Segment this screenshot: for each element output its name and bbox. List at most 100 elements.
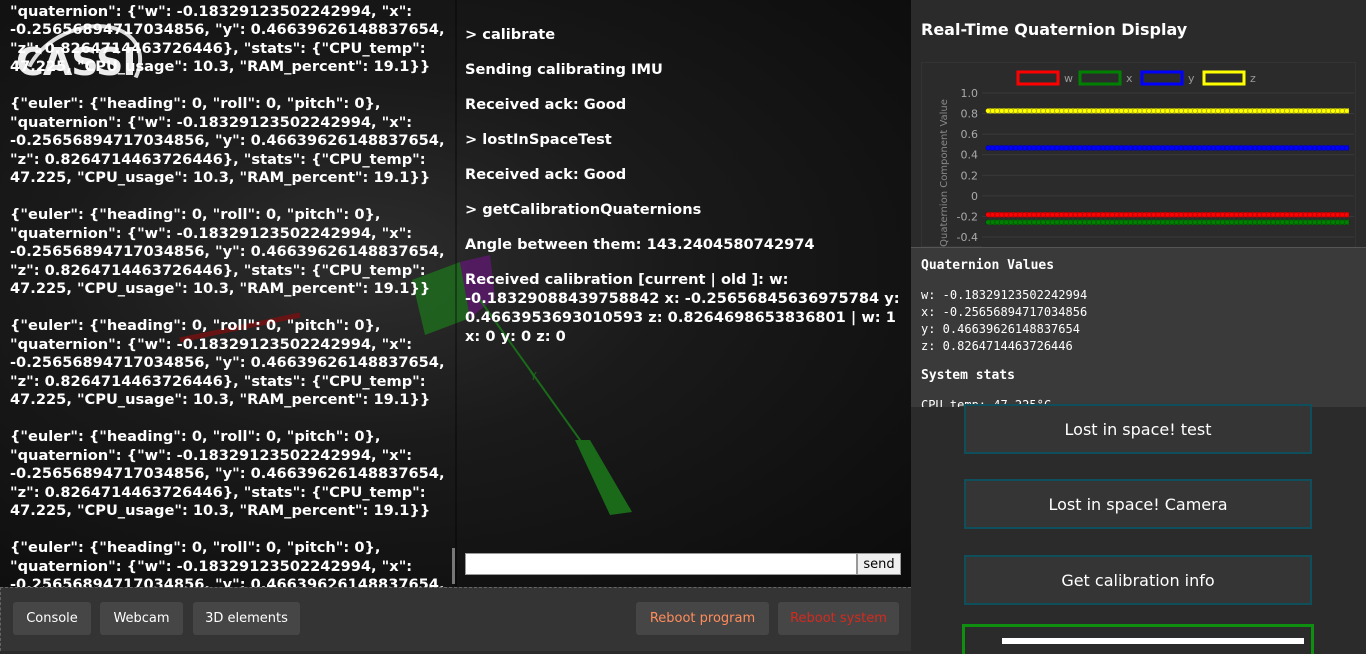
- series-point-z: [1265, 108, 1272, 114]
- series-point-z: [989, 108, 996, 114]
- series-point-w: [1344, 212, 1350, 218]
- series-point-w: [1077, 212, 1083, 218]
- series-point-z: [1279, 108, 1286, 114]
- series-point-y: [1275, 145, 1281, 151]
- lost-in-space-camera-button[interactable]: Lost in space! Camera: [964, 479, 1312, 529]
- series-point-x: [1229, 219, 1235, 225]
- 3d-scene-viewport[interactable]: Y CASSI {"euler": {"heading": 0, "roll":…: [0, 0, 911, 587]
- series-point-y: [1123, 145, 1129, 151]
- series-point-z: [1238, 108, 1244, 114]
- series-point-w: [1160, 212, 1166, 218]
- reboot-system-button[interactable]: Reboot system: [778, 602, 899, 635]
- series-point-z: [1334, 108, 1341, 114]
- series-point-w: [1091, 212, 1097, 218]
- series-point-x: [1100, 219, 1106, 225]
- series-point-w: [1081, 212, 1088, 218]
- series-point-x: [1150, 219, 1157, 225]
- y-tick-label: 0: [971, 190, 978, 203]
- series-point-z: [1049, 108, 1056, 114]
- series-point-y: [1049, 145, 1056, 151]
- series-point-z: [1219, 108, 1226, 114]
- series-point-x: [1114, 219, 1120, 225]
- series-point-w: [1035, 212, 1042, 218]
- series-point-x: [1293, 219, 1299, 225]
- series-point-z: [1288, 108, 1295, 114]
- series-point-w: [1321, 212, 1327, 218]
- series-point-z: [1022, 108, 1028, 114]
- series-point-y: [1196, 145, 1203, 151]
- series-point-w: [1334, 212, 1341, 218]
- console-resize-handle[interactable]: [452, 548, 455, 584]
- lost-in-space-test-button[interactable]: Lost in space! test: [964, 404, 1312, 454]
- series-point-w: [1155, 212, 1161, 218]
- series-point-y: [1058, 145, 1065, 151]
- send-button[interactable]: send: [857, 553, 901, 575]
- series-point-z: [1137, 108, 1143, 114]
- series-point-w: [1008, 212, 1014, 218]
- series-point-x: [1040, 219, 1046, 225]
- series-point-w: [1040, 212, 1046, 218]
- reboot-program-button[interactable]: Reboot program: [636, 602, 769, 635]
- series-point-w: [1261, 212, 1267, 218]
- series-point-x: [1334, 219, 1341, 225]
- series-point-y: [1256, 145, 1263, 151]
- series-point-z: [1229, 108, 1235, 114]
- series-point-w: [1054, 212, 1060, 218]
- series-point-x: [1210, 219, 1217, 225]
- series-point-x: [1141, 219, 1148, 225]
- console-line: Received calibration [current | old ]: w…: [465, 271, 900, 345]
- series-point-z: [1045, 108, 1051, 114]
- series-point-y: [1178, 145, 1184, 151]
- series-point-y: [1141, 145, 1148, 151]
- series-point-z: [1252, 108, 1258, 114]
- series-point-w: [1045, 212, 1051, 218]
- series-point-w: [1238, 212, 1244, 218]
- telemetry-entry: {"euler": {"heading": 0, "roll": 0, "pit…: [10, 317, 445, 408]
- command-input[interactable]: [465, 553, 857, 575]
- series-point-x: [1127, 219, 1134, 225]
- telemetry-entry: {"euler": {"heading": 0, "roll": 0, "pit…: [10, 95, 445, 186]
- series-point-y: [1164, 145, 1171, 151]
- series-point-z: [1072, 108, 1079, 114]
- series-point-x: [1091, 219, 1097, 225]
- series-point-x: [1307, 219, 1313, 225]
- x-value: x: -0.25656894717034856: [921, 305, 1088, 319]
- series-point-y: [1022, 145, 1028, 151]
- series-point-z: [1233, 108, 1240, 114]
- series-point-y: [1040, 145, 1046, 151]
- series-point-y: [1233, 145, 1240, 151]
- series-point-y: [1224, 145, 1230, 151]
- series-point-w: [1196, 212, 1203, 218]
- series-point-w: [1302, 212, 1309, 218]
- series-point-x: [1058, 219, 1065, 225]
- 3d-elements-button[interactable]: 3D elements: [193, 602, 300, 635]
- series-point-x: [1298, 219, 1304, 225]
- series-point-z: [994, 108, 1000, 114]
- series-point-z: [1003, 108, 1010, 114]
- status-bar: [1002, 638, 1304, 644]
- series-point-x: [1081, 219, 1088, 225]
- telemetry-entry: {"euler": {"heading": 0, "roll": 0, "pit…: [10, 206, 445, 297]
- series-point-x: [1054, 219, 1060, 225]
- y-tick-label: -0.4: [957, 231, 978, 244]
- series-point-x: [1072, 219, 1079, 225]
- series-point-w: [1086, 212, 1092, 218]
- series-point-w: [1256, 212, 1263, 218]
- series-point-y: [1104, 145, 1111, 151]
- series-point-x: [1164, 219, 1171, 225]
- series-point-x: [1233, 219, 1240, 225]
- console-button[interactable]: Console: [13, 602, 91, 635]
- series-point-w: [1109, 212, 1115, 218]
- series-point-x: [1109, 219, 1115, 225]
- console-line: > lostInSpaceTest: [465, 131, 612, 148]
- series-point-z: [1026, 108, 1033, 114]
- right-panel: Real-Time Quaternion Display 1.0 0.8 0.6 0.…: [911, 0, 1366, 654]
- quaternion-values-title: Quaternion Values: [921, 258, 1055, 273]
- series-point-y: [1201, 145, 1207, 151]
- series-point-w: [1169, 212, 1175, 218]
- quaternion-chart: 1.0 0.8 0.6 0.4 0.2 0 -0.2 -0.4 Quaternion Compo…: [921, 62, 1356, 248]
- series-point-w: [1118, 212, 1125, 218]
- get-calibration-info-button[interactable]: Get calibration info: [964, 555, 1312, 605]
- webcam-button[interactable]: Webcam: [100, 602, 183, 635]
- series-point-x: [1160, 219, 1166, 225]
